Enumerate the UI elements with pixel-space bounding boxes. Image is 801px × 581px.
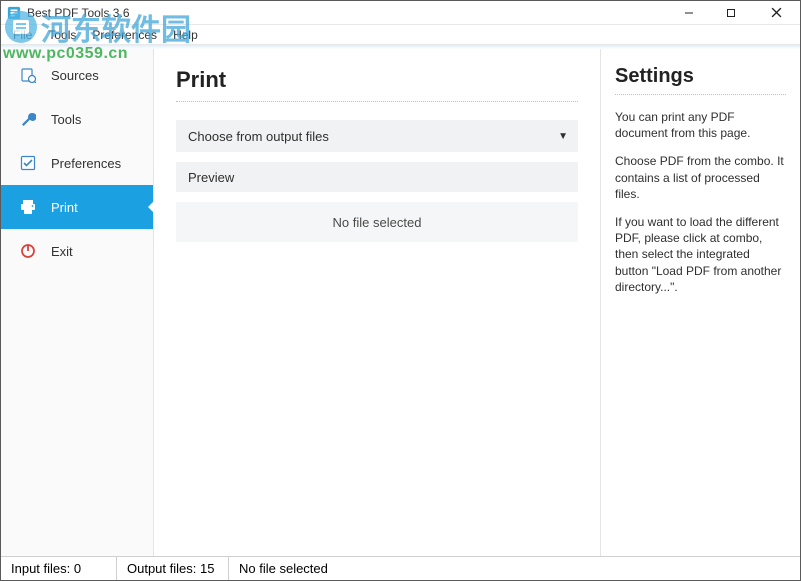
- settings-text-1: You can print any PDF document from this…: [615, 109, 786, 141]
- sidebar-item-label: Tools: [51, 112, 81, 127]
- settings-text-3: If you want to load the different PDF, p…: [615, 214, 786, 295]
- close-icon: [771, 7, 782, 18]
- menubar: File Tools Preferences Help: [1, 25, 800, 45]
- minimize-icon: [684, 8, 694, 18]
- combo-label: Choose from output files: [188, 129, 329, 144]
- tools-icon: [19, 110, 37, 128]
- preview-header: Preview: [176, 162, 578, 192]
- sidebar-item-label: Preferences: [51, 156, 121, 171]
- sidebar-item-sources[interactable]: Sources: [1, 53, 153, 97]
- print-icon: [19, 198, 37, 216]
- exit-icon: [19, 242, 37, 260]
- sidebar-item-preferences[interactable]: Preferences: [1, 141, 153, 185]
- maximize-icon: [726, 8, 736, 18]
- sources-icon: [19, 66, 37, 84]
- page-title: Print: [176, 67, 578, 93]
- sidebar-item-tools[interactable]: Tools: [1, 97, 153, 141]
- preview-empty-text: No file selected: [333, 215, 422, 230]
- sidebar: Sources Tools Preferences Print: [1, 49, 154, 556]
- main-panel: Print Choose from output files ▼ Preview…: [154, 49, 600, 556]
- status-message: No file selected: [229, 557, 800, 580]
- app-icon: [7, 6, 21, 20]
- chevron-down-icon: ▼: [558, 131, 568, 142]
- settings-title: Settings: [615, 65, 786, 88]
- window-title: Best PDF Tools 3.6: [27, 6, 668, 20]
- status-output-files: Output files: 15: [117, 557, 229, 580]
- menu-file[interactable]: File: [5, 28, 40, 42]
- title-divider: [176, 101, 578, 102]
- titlebar: Best PDF Tools 3.6: [1, 1, 800, 25]
- sidebar-item-label: Print: [51, 200, 78, 215]
- statusbar: Input files: 0 Output files: 15 No file …: [1, 556, 800, 580]
- close-button[interactable]: [752, 1, 800, 24]
- settings-panel: Settings You can print any PDF document …: [600, 49, 800, 556]
- settings-divider: [615, 94, 786, 95]
- sidebar-item-exit[interactable]: Exit: [1, 229, 153, 273]
- menu-tools[interactable]: Tools: [40, 28, 84, 42]
- maximize-button[interactable]: [710, 1, 752, 24]
- preview-area: No file selected: [176, 202, 578, 242]
- status-input-files: Input files: 0: [1, 557, 117, 580]
- preferences-icon: [19, 154, 37, 172]
- minimize-button[interactable]: [668, 1, 710, 24]
- sidebar-item-label: Exit: [51, 244, 73, 259]
- menu-help[interactable]: Help: [165, 28, 206, 42]
- settings-text-2: Choose PDF from the combo. It contains a…: [615, 153, 786, 202]
- sidebar-item-label: Sources: [51, 68, 99, 83]
- sidebar-item-print[interactable]: Print: [1, 185, 153, 229]
- output-file-combo[interactable]: Choose from output files ▼: [176, 120, 578, 152]
- menu-preferences[interactable]: Preferences: [84, 28, 165, 42]
